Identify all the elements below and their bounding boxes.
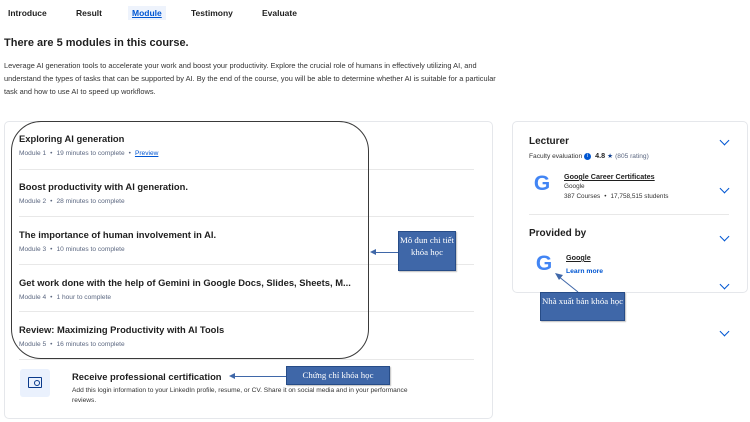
learner-count: 17,758,515 students (610, 193, 669, 200)
course-count: 387 Courses (564, 193, 601, 200)
provider-name-link[interactable]: Google (566, 253, 591, 262)
star-icon: ★ (607, 153, 614, 160)
info-icon[interactable]: i (584, 152, 592, 160)
tab-result[interactable]: Result (76, 8, 102, 18)
evaluation-label: Faculty evaluation (529, 153, 583, 160)
google-logo-icon: G (529, 171, 555, 197)
tab-module[interactable]: Module (128, 6, 166, 20)
tab-evaluate[interactable]: Evaluate (262, 8, 297, 18)
certificate-icon (20, 369, 50, 397)
callout-arrow-head-icon (370, 249, 376, 255)
callout-arrow-line (374, 252, 398, 253)
chevron-down-icon[interactable] (719, 326, 730, 337)
callout-arrow-head-icon (229, 373, 235, 379)
modules-heading: There are 5 modules in this course. (4, 37, 189, 49)
google-logo-icon: G (531, 251, 557, 277)
course-description: Leverage AI generation tools to accelera… (4, 61, 496, 96)
org-sub: Google (564, 183, 585, 190)
modules-highlight-outline (11, 121, 369, 359)
provided-by-heading: Provided by (529, 228, 587, 239)
rating-value: 4.8 (595, 151, 606, 160)
tab-bar: Introduce Result Module Testimony Evalua… (0, 0, 750, 26)
divider (19, 359, 474, 360)
rating-count: (805 rating) (615, 153, 649, 160)
lecturer-heading: Lecturer (529, 136, 570, 147)
org-stats: 387 Courses • 17,758,515 students (564, 193, 669, 200)
certificate-title: Receive professional certification (72, 371, 222, 382)
callout-arrow-line (234, 376, 286, 377)
tab-introduce[interactable]: Introduce (8, 8, 47, 18)
callout-publisher: Nhà xuất bản khóa học (540, 292, 625, 321)
org-name-link[interactable]: Google Career Certificates (564, 172, 655, 181)
divider (529, 214, 729, 215)
faculty-evaluation: Faculty evaluation i 4.8 ★ (805 rating) (529, 151, 649, 160)
callout-modules: Mô đun chi tiết khóa học (398, 231, 456, 271)
callout-certificate: Chứng chỉ khóa học (286, 366, 390, 385)
tab-testimony[interactable]: Testimony (191, 8, 233, 18)
learn-more-link[interactable]: Learn more (566, 268, 603, 275)
certificate-description: Add this login information to your Linke… (72, 387, 408, 404)
